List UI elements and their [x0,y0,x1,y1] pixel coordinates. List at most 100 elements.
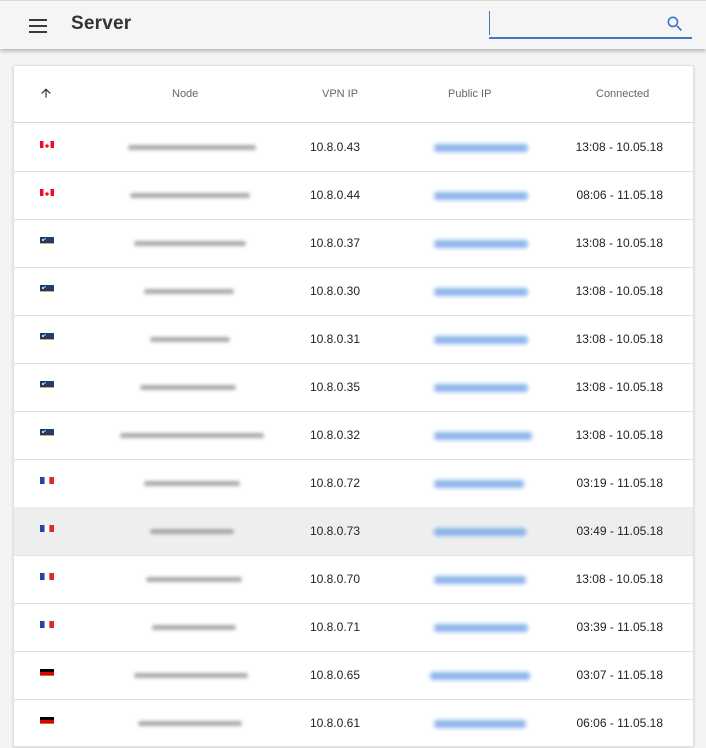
table-row[interactable]: 10.8.0.73 03:49 - 11.05.18 [14,507,693,556]
node-name-redacted [94,315,259,363]
app-toolbar: Server [0,0,706,49]
table-row[interactable]: 10.8.0.32 13:08 - 10.05.18 [14,411,693,460]
public-ip-redacted [400,267,530,315]
connected-cell: 03:07 - 11.05.18 [514,651,663,699]
france-flag-icon [40,474,54,484]
connected-cell: 03:39 - 11.05.18 [514,603,663,651]
column-header-connected[interactable]: Connected [596,66,649,122]
redaction-blur [128,145,256,150]
connected-cell: 13:08 - 10.05.18 [514,123,663,171]
page-title: Server [71,13,131,35]
redaction-blur [130,193,250,198]
redaction-blur [434,480,524,488]
connected-cell: 13:08 - 10.05.18 [514,219,663,267]
curacao-flag-icon [40,234,54,244]
server-table: Node VPN IP Public IP Connected 10.8.0.4… [13,65,694,747]
vpn-ip-cell: 10.8.0.30 [254,267,360,315]
node-name-redacted [94,123,259,171]
connected-cell: 03:19 - 11.05.18 [514,459,663,507]
node-name-redacted [94,219,259,267]
table-row[interactable]: 10.8.0.72 03:19 - 11.05.18 [14,459,693,508]
public-ip-redacted [400,123,530,171]
curacao-flag-icon [40,282,54,292]
table-row[interactable]: 10.8.0.31 13:08 - 10.05.18 [14,315,693,364]
curacao-flag-icon [40,426,54,436]
public-ip-redacted [400,555,530,603]
redaction-blur [134,241,246,246]
public-ip-redacted [400,219,530,267]
germany-flag-icon [40,666,54,676]
vpn-ip-cell: 10.8.0.43 [254,123,360,171]
public-ip-redacted [400,459,530,507]
node-name-redacted [94,411,259,459]
column-header-vpn-ip[interactable]: VPN IP [322,66,358,122]
table-row[interactable]: 10.8.0.35 13:08 - 10.05.18 [14,363,693,412]
public-ip-redacted [400,411,530,459]
redaction-blur [134,673,248,678]
vpn-ip-cell: 10.8.0.70 [254,555,360,603]
public-ip-redacted [400,315,530,363]
search-field [489,11,692,39]
table-row[interactable]: 10.8.0.43 13:08 - 10.05.18 [14,123,693,172]
vpn-ip-cell: 10.8.0.31 [254,315,360,363]
vpn-ip-cell: 10.8.0.35 [254,363,360,411]
france-flag-icon [40,570,54,580]
connected-cell: 13:08 - 10.05.18 [514,363,663,411]
search-input[interactable] [489,11,659,35]
redaction-blur [434,528,526,536]
search-icon[interactable] [665,14,685,34]
connected-cell: 06:06 - 11.05.18 [514,699,663,747]
redaction-blur [152,625,236,630]
vpn-ip-cell: 10.8.0.65 [254,651,360,699]
canada-flag-icon [40,186,54,196]
node-name-redacted [94,459,259,507]
connected-cell: 13:08 - 10.05.18 [514,267,663,315]
public-ip-redacted [400,507,530,555]
redaction-blur [150,529,234,534]
node-name-redacted [94,603,259,651]
vpn-ip-cell: 10.8.0.73 [254,507,360,555]
canada-flag-icon [40,138,54,148]
node-name-redacted [94,267,259,315]
node-name-redacted [94,171,259,219]
vpn-ip-cell: 10.8.0.37 [254,219,360,267]
connected-cell: 13:08 - 10.05.18 [514,555,663,603]
table-row[interactable]: 10.8.0.65 03:07 - 11.05.18 [14,651,693,700]
node-name-redacted [94,363,259,411]
table-row[interactable]: 10.8.0.37 13:08 - 10.05.18 [14,219,693,268]
arrow-up-icon[interactable] [39,86,53,100]
node-name-redacted [94,651,259,699]
vpn-ip-cell: 10.8.0.44 [254,171,360,219]
table-row[interactable]: 10.8.0.70 13:08 - 10.05.18 [14,555,693,604]
redaction-blur [140,385,236,390]
column-header-public-ip[interactable]: Public IP [448,66,491,122]
node-name-redacted [94,555,259,603]
table-row[interactable]: 10.8.0.44 08:06 - 11.05.18 [14,171,693,220]
vpn-ip-cell: 10.8.0.61 [254,699,360,747]
connected-cell: 13:08 - 10.05.18 [514,315,663,363]
public-ip-redacted [400,603,530,651]
connected-cell: 13:08 - 10.05.18 [514,411,663,459]
germany-flag-icon [40,714,54,724]
public-ip-redacted [400,651,530,699]
redaction-blur [434,720,526,728]
node-name-redacted [94,699,259,747]
connected-cell: 08:06 - 11.05.18 [514,171,663,219]
redaction-blur [120,433,264,438]
vpn-ip-cell: 10.8.0.32 [254,411,360,459]
redaction-blur [150,337,230,342]
node-name-redacted [94,507,259,555]
curacao-flag-icon [40,378,54,388]
column-header-node[interactable]: Node [172,66,198,122]
table-row[interactable]: 10.8.0.30 13:08 - 10.05.18 [14,267,693,316]
table-row[interactable]: 10.8.0.71 03:39 - 11.05.18 [14,603,693,652]
connected-cell: 03:49 - 11.05.18 [514,507,663,555]
public-ip-redacted [400,363,530,411]
redaction-blur [144,289,234,294]
curacao-flag-icon [40,330,54,340]
vpn-ip-cell: 10.8.0.72 [254,459,360,507]
menu-icon[interactable] [27,18,49,34]
redaction-blur [434,576,526,584]
vpn-ip-cell: 10.8.0.71 [254,603,360,651]
france-flag-icon [40,522,54,532]
